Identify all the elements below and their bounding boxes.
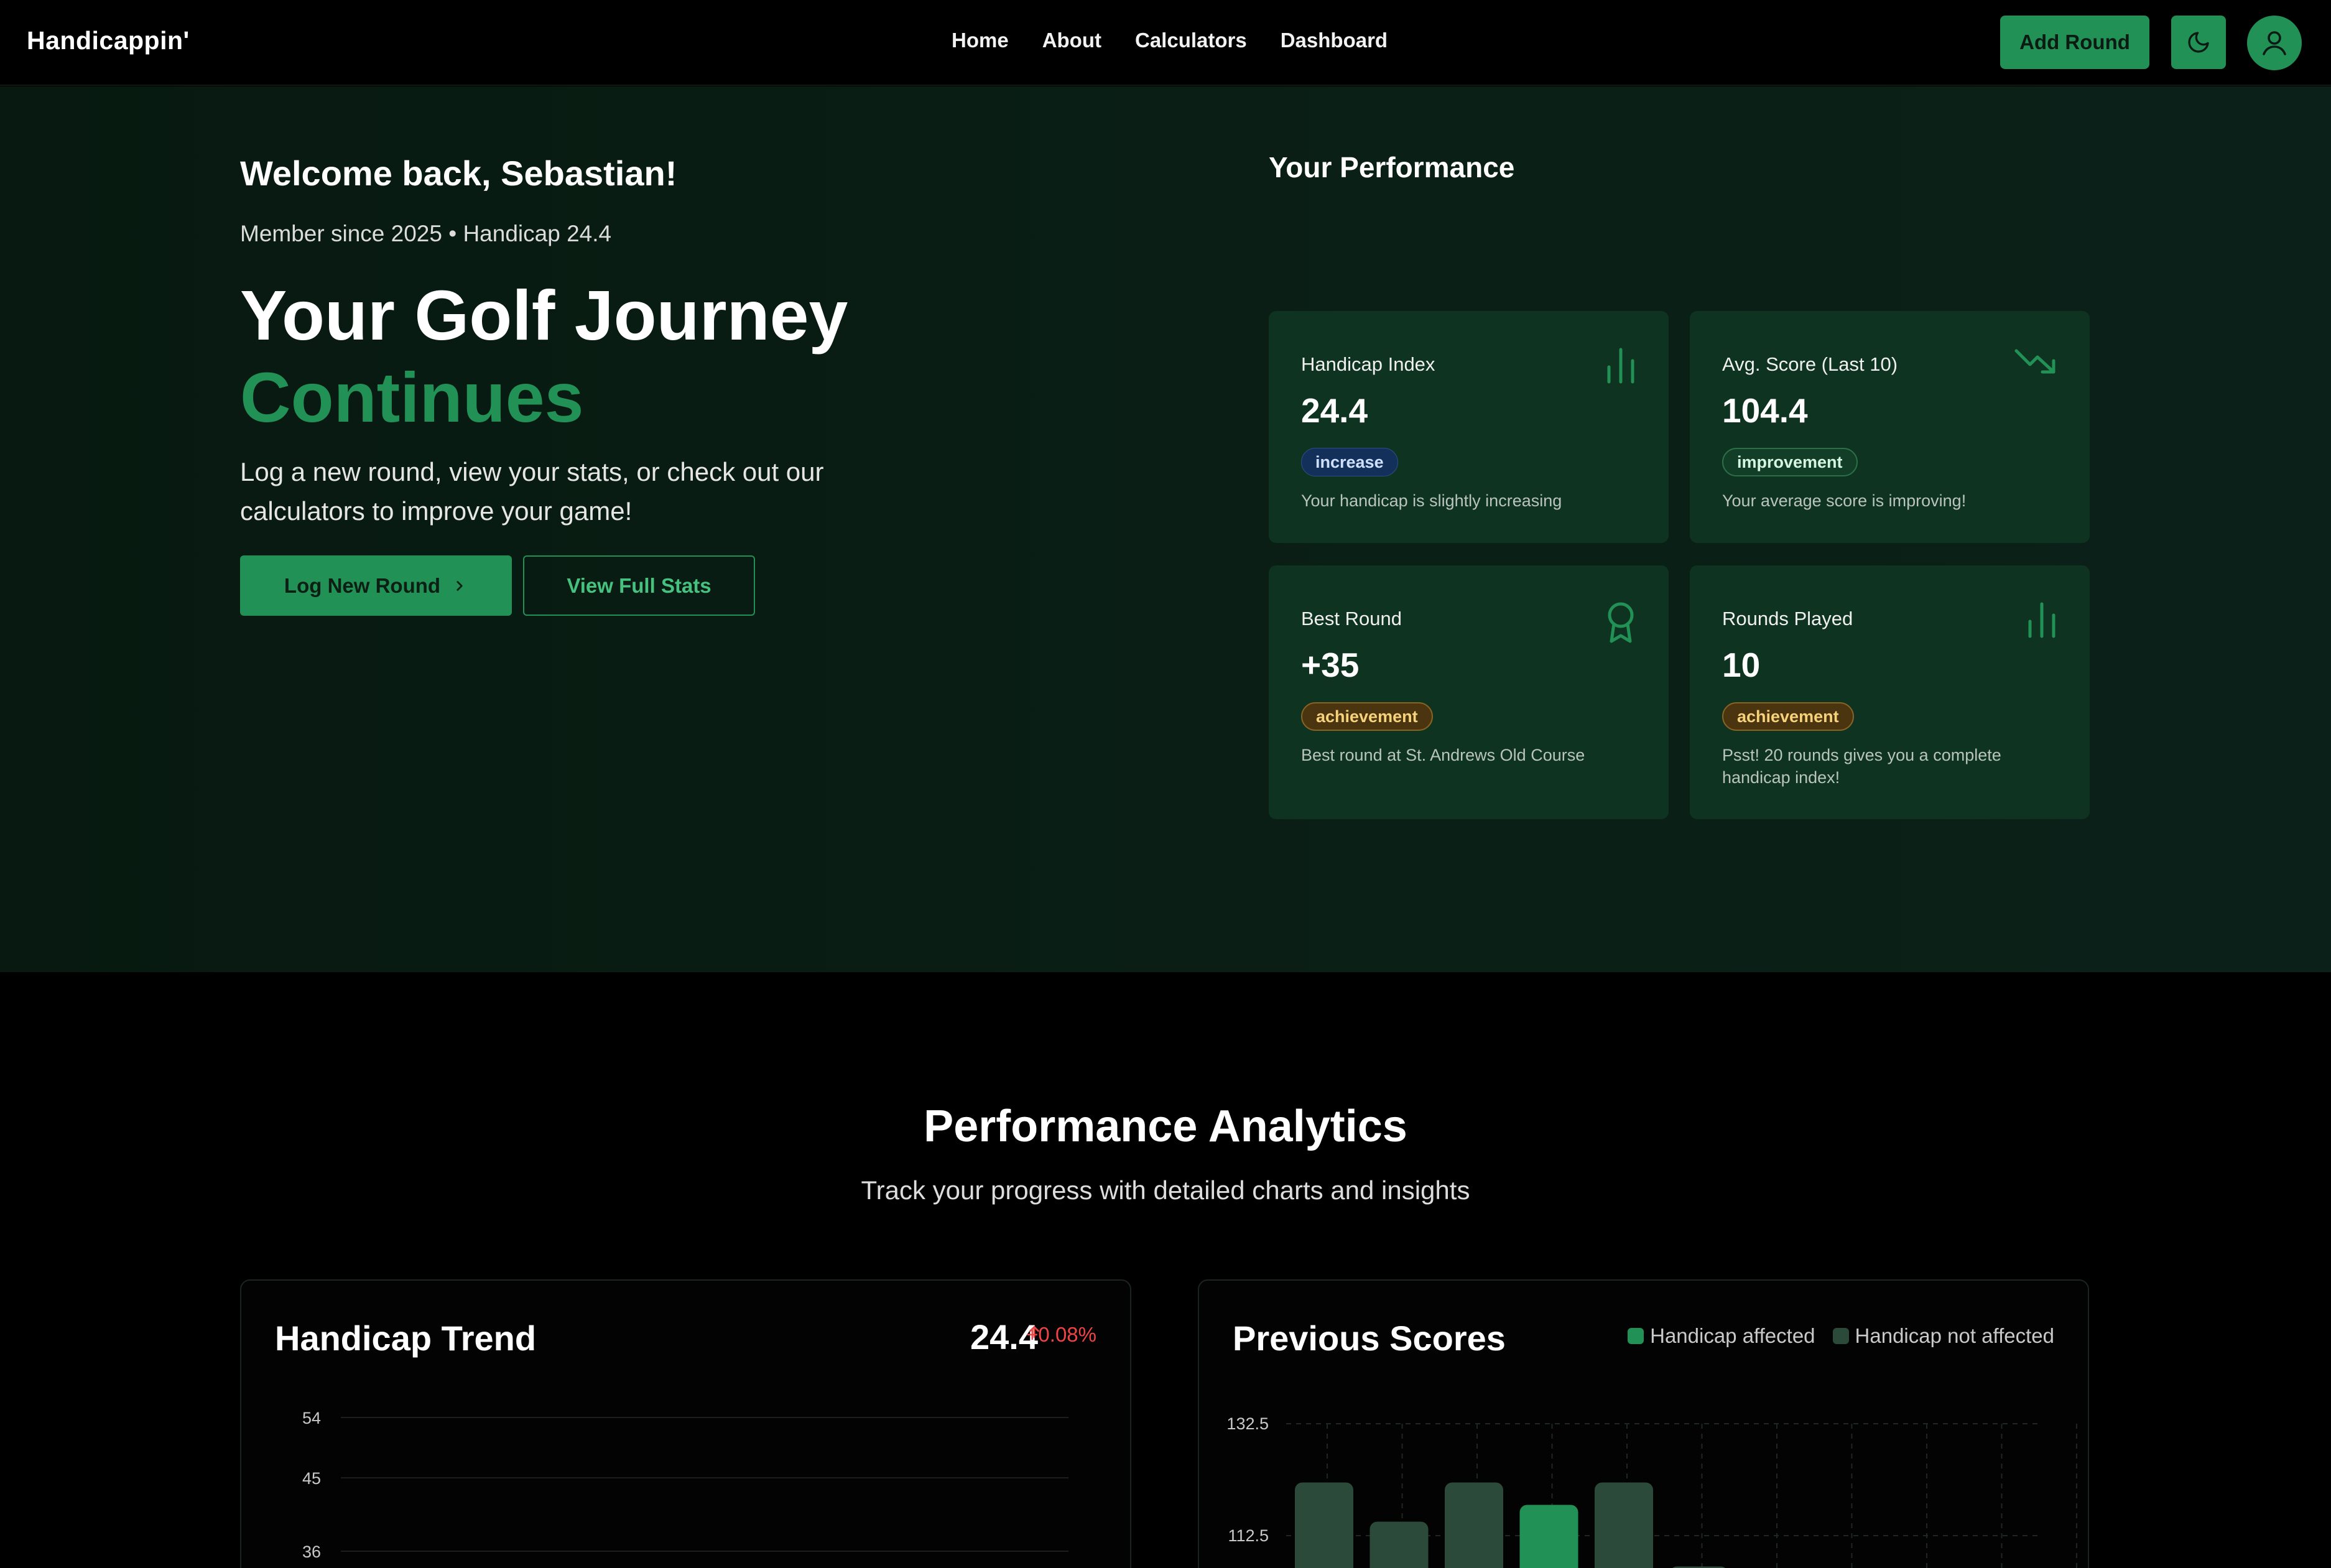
- card-title: Avg. Score (Last 10): [1722, 353, 1898, 375]
- best-round-card: Best Round +35 achievement Best round at…: [1269, 565, 1669, 819]
- card-value: +35: [1301, 646, 1360, 684]
- card-note: Your average score is improving!: [1722, 491, 1967, 510]
- rounds-played-card: Rounds Played 10 achievement Psst! 20 ro…: [1690, 565, 2090, 819]
- nav-link-calculators[interactable]: Calculators: [1135, 29, 1247, 52]
- score-bar[interactable]: [1519, 1505, 1578, 1568]
- award-icon: [1605, 601, 1636, 647]
- welcome-heading: Welcome back, Sebastian!: [240, 154, 677, 193]
- card-note: Your handicap is slightly increasing: [1301, 491, 1562, 510]
- trending-down-icon: [2014, 347, 2057, 378]
- card-title: Handicap Index: [1301, 353, 1435, 375]
- brand-logo[interactable]: Handicappin': [27, 26, 190, 55]
- performance-heading: Your Performance: [1269, 151, 1515, 183]
- handicap-trend-panel: Handicap Trend 24.4 +0.08% 54 45 36: [240, 1279, 1131, 1568]
- status-badge: improvement: [1722, 448, 1858, 476]
- score-bar[interactable]: [1295, 1482, 1353, 1568]
- nav-links: Home About Calculators Dashboard: [952, 29, 1388, 52]
- status-badge: increase: [1301, 448, 1398, 476]
- score-bar[interactable]: [1369, 1521, 1429, 1568]
- bar-chart-icon: [1605, 347, 1636, 387]
- card-title: Rounds Played: [1722, 608, 1853, 629]
- y-tick-label: 112.5: [1228, 1526, 1269, 1545]
- score-bar[interactable]: [1595, 1482, 1653, 1568]
- score-bar[interactable]: [1445, 1482, 1503, 1568]
- status-badge: achievement: [1722, 702, 1854, 731]
- analytics-heading: Performance Analytics: [924, 1102, 1407, 1151]
- handicap-index-card: Handicap Index 24.4 increase Your handic…: [1269, 311, 1669, 543]
- analytics-subtitle: Track your progress with detailed charts…: [861, 1176, 1470, 1205]
- theme-toggle-button[interactable]: [2171, 16, 2226, 69]
- card-title: Best Round: [1301, 608, 1402, 629]
- view-full-stats-button[interactable]: View Full Stats: [523, 555, 755, 616]
- user-icon: [2263, 31, 2286, 55]
- bar-chart-icon: [2026, 601, 2057, 642]
- handicap-trend-chart: 54 45 36: [302, 1409, 1068, 1561]
- hero-description: Log a new round, view your stats, or che…: [240, 457, 824, 526]
- card-note: Psst! 20 rounds gives you a complete han…: [1722, 746, 2001, 787]
- y-tick-label: 45: [302, 1469, 321, 1488]
- nav-link-dashboard[interactable]: Dashboard: [1281, 29, 1388, 52]
- top-navbar: Handicappin' Home About Calculators Dash…: [0, 0, 2331, 86]
- card-note: Best round at St. Andrews Old Course: [1301, 746, 1585, 764]
- log-new-round-label: Log New Round: [284, 573, 441, 597]
- member-info: Member since 2025 • Handicap 24.4: [240, 221, 612, 246]
- card-value: 24.4: [1301, 391, 1368, 430]
- previous-scores-panel: Previous Scores Handicap affected Handic…: [1198, 1279, 2089, 1568]
- nav-link-home[interactable]: Home: [952, 29, 1009, 52]
- previous-scores-chart: 132.5 112.5: [1226, 1414, 2077, 1568]
- card-value: 10: [1722, 646, 1761, 684]
- add-round-button[interactable]: Add Round: [2000, 16, 2149, 69]
- chevron-right-icon: [456, 580, 463, 591]
- log-new-round-button[interactable]: Log New Round: [240, 555, 512, 616]
- card-value: 104.4: [1722, 391, 1808, 430]
- user-avatar-button[interactable]: [2247, 16, 2302, 70]
- hero-headline-accent: Continues: [240, 358, 584, 437]
- nav-link-about[interactable]: About: [1042, 29, 1101, 52]
- y-tick-label: 54: [302, 1409, 321, 1427]
- y-tick-label: 132.5: [1226, 1414, 1269, 1433]
- status-badge: achievement: [1301, 702, 1433, 731]
- avg-score-card: Avg. Score (Last 10) 104.4 improvement Y…: [1690, 311, 2090, 543]
- hero-headline: Your Golf Journey: [240, 276, 848, 355]
- moon-icon: [2188, 32, 2209, 53]
- y-tick-label: 36: [302, 1542, 321, 1561]
